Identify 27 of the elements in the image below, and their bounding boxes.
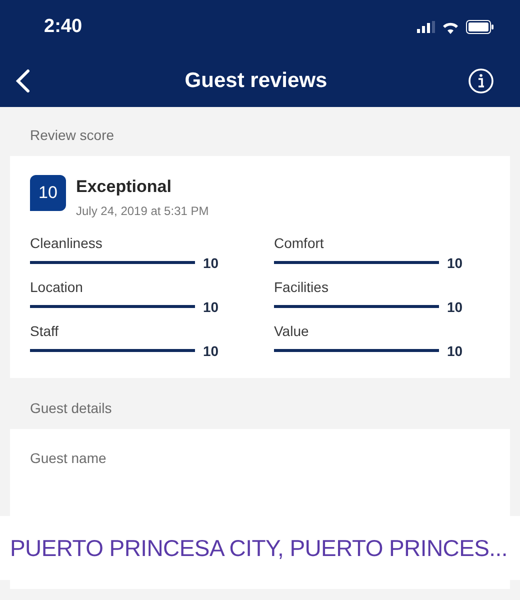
field-label: Guest name: [30, 450, 106, 466]
screen-title: Guest reviews: [184, 68, 328, 94]
info-icon: [468, 68, 494, 94]
review-date: July 24, 2019 at 5:31 PM: [76, 202, 209, 220]
signal-icon: [417, 21, 435, 33]
section-heading: Review score: [29, 126, 116, 145]
category-label: Cleanliness: [30, 234, 104, 252]
category-score: 10: [203, 254, 219, 272]
category-score: 10: [447, 342, 463, 360]
location-text: PUERTO PRINCESA CITY, PUERTO PRINCES...: [10, 534, 508, 563]
section-heading: Guest details: [29, 398, 113, 418]
category-label: Value: [274, 322, 310, 340]
category-label: Facilities: [274, 278, 330, 296]
battery-icon: [466, 20, 494, 34]
rating-label: Exceptional: [76, 176, 172, 198]
category-score: 10: [447, 298, 463, 316]
category-label: Staff: [30, 322, 60, 340]
back-icon: [16, 68, 30, 92]
info-button[interactable]: [466, 66, 496, 96]
score-badge: 10: [30, 175, 66, 211]
category-label: Comfort: [274, 234, 325, 252]
category-label: Location: [30, 278, 84, 296]
wifi-icon: [442, 20, 459, 34]
category-score: 10: [203, 298, 219, 316]
status-time: 2:40: [44, 14, 82, 39]
category-score: 10: [447, 254, 463, 272]
category-score: 10: [203, 342, 219, 360]
